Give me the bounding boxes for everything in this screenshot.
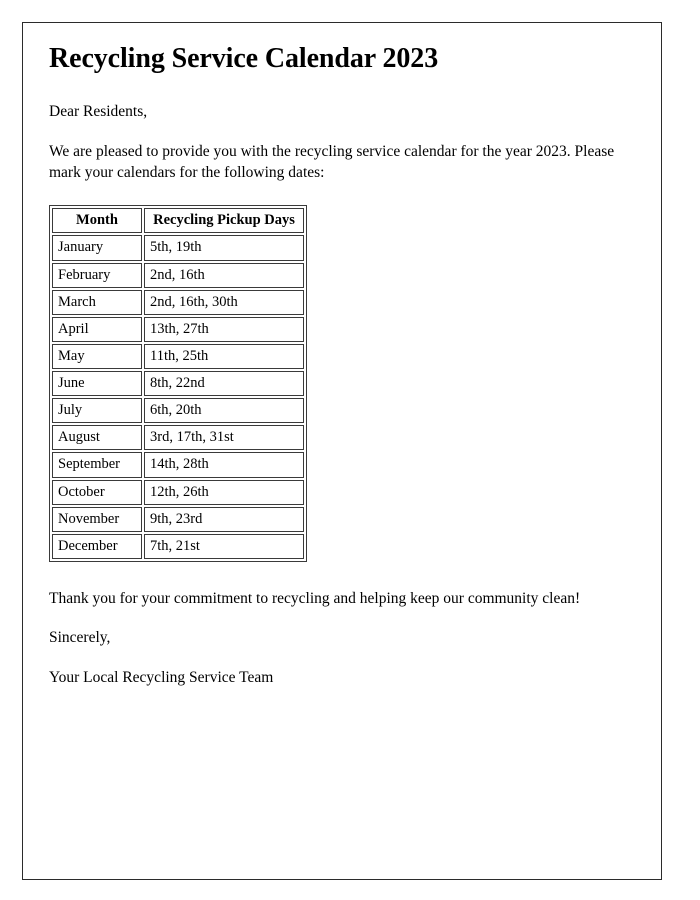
table-row: December 7th, 21st xyxy=(52,533,304,559)
cell-month: March xyxy=(52,289,142,315)
cell-month: December xyxy=(52,533,142,559)
cell-month: June xyxy=(52,371,142,397)
cell-pickup-days: 6th, 20th xyxy=(144,398,304,424)
salutation-text: Dear Residents, xyxy=(49,103,148,121)
recycling-schedule-table: Month Recycling Pickup Days January 5th, … xyxy=(49,205,307,562)
table-row: April 13th, 27th xyxy=(52,316,304,342)
cell-pickup-days: 3rd, 17th, 31st xyxy=(144,425,304,451)
document-body: Recycling Service Calendar 2023 Dear Res… xyxy=(49,43,637,688)
cell-month: August xyxy=(52,425,142,451)
intro-paragraph: We are pleased to provide you with the r… xyxy=(49,142,615,181)
cell-pickup-days: 8th, 22nd xyxy=(144,371,304,397)
table-row: August 3rd, 17th, 31st xyxy=(52,425,304,451)
cell-month: November xyxy=(52,506,142,532)
table-row: March 2nd, 16th, 30th xyxy=(52,289,304,315)
cell-month: January xyxy=(52,235,142,261)
cell-month: October xyxy=(52,479,142,505)
cell-pickup-days: 11th, 25th xyxy=(144,343,304,370)
cell-pickup-days: 12th, 26th xyxy=(144,479,304,505)
thanks-paragraph: Thank you for your commitment to recycli… xyxy=(49,589,581,607)
column-header-pickup-days: Recycling Pickup Days xyxy=(144,208,304,234)
cell-month: April xyxy=(52,316,142,342)
table-row: January 5th, 19th xyxy=(52,235,304,261)
table-row: July 6th, 20th xyxy=(52,398,304,424)
table-header-row: Month Recycling Pickup Days xyxy=(52,208,304,234)
table-header: Month Recycling Pickup Days xyxy=(52,208,304,234)
column-header-month: Month xyxy=(52,208,142,234)
cell-pickup-days: 5th, 19th xyxy=(144,235,304,261)
cell-month: May xyxy=(52,343,142,370)
page-sheet: Recycling Service Calendar 2023 Dear Res… xyxy=(22,22,662,880)
cell-month: February xyxy=(52,262,142,288)
cell-month: July xyxy=(52,398,142,424)
table-row: October 12th, 26th xyxy=(52,479,304,505)
table-row: June 8th, 22nd xyxy=(52,371,304,397)
cell-month: September xyxy=(52,452,142,478)
cell-pickup-days: 2nd, 16th, 30th xyxy=(144,289,304,315)
cell-pickup-days: 7th, 21st xyxy=(144,533,304,559)
signoff-text: Sincerely, xyxy=(49,629,111,647)
cell-pickup-days: 14th, 28th xyxy=(144,452,304,478)
cell-pickup-days: 2nd, 16th xyxy=(144,262,304,288)
table-body: January 5th, 19th February 2nd, 16th March 2n… xyxy=(52,235,304,559)
table-row: November 9th, 23rd xyxy=(52,506,304,532)
table-row: February 2nd, 16th xyxy=(52,262,304,288)
page-title: Recycling Service Calendar 2023 xyxy=(49,43,439,74)
table-row: September 14th, 28th xyxy=(52,452,304,478)
table-row: May 11th, 25th xyxy=(52,343,304,370)
cell-pickup-days: 13th, 27th xyxy=(144,316,304,342)
signature-text: Your Local Recycling Service Team xyxy=(49,668,274,686)
cell-pickup-days: 9th, 23rd xyxy=(144,506,304,532)
